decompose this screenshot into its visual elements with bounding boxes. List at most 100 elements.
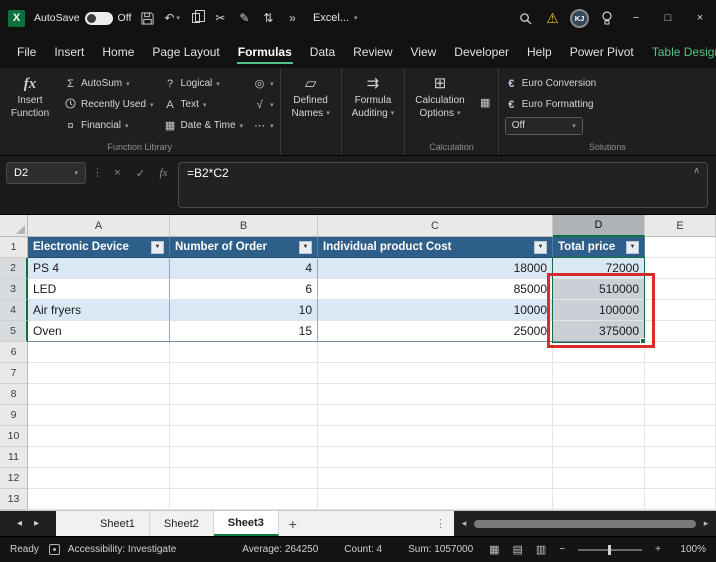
cancel-button[interactable]: × bbox=[109, 162, 126, 184]
cell[interactable] bbox=[28, 363, 170, 384]
cell[interactable] bbox=[645, 447, 716, 468]
autosave-toggle[interactable]: AutoSave Off bbox=[34, 12, 131, 25]
copy-button[interactable] bbox=[189, 7, 204, 29]
macro-record-icon[interactable] bbox=[49, 544, 60, 555]
tab-file[interactable]: File bbox=[8, 37, 45, 67]
row-header-13[interactable]: 13 bbox=[0, 489, 28, 510]
row-header-11[interactable]: 11 bbox=[0, 447, 28, 468]
tab-help[interactable]: Help bbox=[518, 37, 561, 67]
cell-A5[interactable]: Oven bbox=[28, 321, 170, 342]
tab-power-pivot[interactable]: Power Pivot bbox=[561, 37, 643, 67]
logical-button[interactable]: ?Logical▾ bbox=[164, 75, 244, 92]
cell[interactable] bbox=[645, 342, 716, 363]
zoom-in-button[interactable]: + bbox=[655, 544, 661, 555]
cell-C2[interactable]: 18000 bbox=[318, 258, 553, 279]
column-header-C[interactable]: C bbox=[318, 215, 553, 237]
page-break-view-button[interactable]: ▥ bbox=[536, 543, 546, 556]
tab-data[interactable]: Data bbox=[301, 37, 344, 67]
filter-icon[interactable]: ▼ bbox=[626, 241, 639, 254]
row-header-1[interactable]: 1 bbox=[0, 237, 28, 258]
cell[interactable] bbox=[170, 468, 318, 489]
cell[interactable] bbox=[318, 363, 553, 384]
row-header-7[interactable]: 7 bbox=[0, 363, 28, 384]
tab-page-layout[interactable]: Page Layout bbox=[143, 37, 228, 67]
account-avatar[interactable]: KJ bbox=[566, 0, 593, 36]
cell[interactable] bbox=[318, 489, 553, 510]
cell-C5[interactable]: 25000 bbox=[318, 321, 553, 342]
cell[interactable] bbox=[553, 426, 645, 447]
sheet-tab-sheet1[interactable]: Sheet1 bbox=[86, 511, 150, 536]
text-functions-button[interactable]: AText▾ bbox=[164, 96, 244, 113]
column-header-B[interactable]: B bbox=[170, 215, 318, 237]
cell[interactable] bbox=[553, 342, 645, 363]
scroll-right-icon[interactable]: ▸ bbox=[698, 518, 714, 529]
cell-C1[interactable]: Individual product Cost▼ bbox=[318, 237, 553, 258]
cell-E5[interactable] bbox=[645, 321, 716, 342]
cell[interactable] bbox=[170, 363, 318, 384]
tab-home[interactable]: Home bbox=[93, 37, 143, 67]
cell-E4[interactable] bbox=[645, 300, 716, 321]
add-sheet-button[interactable]: + bbox=[279, 511, 307, 536]
cell-D3[interactable]: 510000 bbox=[553, 279, 645, 300]
normal-view-button[interactable]: ▦ bbox=[489, 543, 499, 556]
cell-B2[interactable]: 4 bbox=[170, 258, 318, 279]
sort-button[interactable]: ⇅ bbox=[261, 7, 276, 29]
cut-button[interactable]: ✂ bbox=[213, 7, 228, 29]
cell-B3[interactable]: 6 bbox=[170, 279, 318, 300]
zoom-out-button[interactable]: − bbox=[559, 544, 565, 555]
financial-button[interactable]: ¤Financial▾ bbox=[64, 117, 154, 134]
calculate-sheet-button[interactable]: ▦ bbox=[479, 94, 492, 111]
cell[interactable] bbox=[553, 384, 645, 405]
row-header-8[interactable]: 8 bbox=[0, 384, 28, 405]
cell[interactable] bbox=[318, 405, 553, 426]
cell-B4[interactable]: 10 bbox=[170, 300, 318, 321]
math-trig-button[interactable]: √▾ bbox=[253, 96, 274, 113]
enter-button[interactable]: ✓ bbox=[132, 162, 149, 184]
row-header-6[interactable]: 6 bbox=[0, 342, 28, 363]
cell[interactable] bbox=[170, 489, 318, 510]
sheet-nav-right-button[interactable]: ▸ bbox=[34, 518, 39, 529]
warning-icon[interactable]: ⚠ bbox=[539, 0, 566, 36]
collapse-formula-bar-icon[interactable]: ∧ bbox=[693, 165, 700, 176]
scroll-left-icon[interactable]: ◂ bbox=[456, 518, 472, 529]
row-header-2[interactable]: 2 bbox=[0, 258, 28, 279]
cell[interactable] bbox=[28, 384, 170, 405]
calculation-options-button[interactable]: ⊞ Calculation Options▾ bbox=[411, 72, 468, 122]
cell-A4[interactable]: Air fryers bbox=[28, 300, 170, 321]
tab-insert[interactable]: Insert bbox=[45, 37, 93, 67]
document-title[interactable]: Excel... ▾ bbox=[313, 12, 358, 24]
tab-view[interactable]: View bbox=[402, 37, 446, 67]
save-button[interactable] bbox=[140, 7, 155, 29]
cell[interactable] bbox=[28, 468, 170, 489]
cell-A3[interactable]: LED bbox=[28, 279, 170, 300]
cell[interactable] bbox=[318, 426, 553, 447]
cell[interactable] bbox=[170, 426, 318, 447]
row-header-10[interactable]: 10 bbox=[0, 426, 28, 447]
cell[interactable] bbox=[28, 447, 170, 468]
row-header-3[interactable]: 3 bbox=[0, 279, 28, 300]
accessibility-status[interactable]: Accessibility: Investigate bbox=[68, 544, 176, 555]
cell[interactable] bbox=[553, 363, 645, 384]
cell[interactable] bbox=[318, 384, 553, 405]
name-box[interactable]: D2 ▾ bbox=[6, 162, 86, 184]
euro-conversion-button[interactable]: €Euro Conversion bbox=[505, 75, 596, 92]
filter-icon[interactable]: ▼ bbox=[299, 241, 312, 254]
maximize-button[interactable]: □ bbox=[652, 0, 684, 36]
cell[interactable] bbox=[553, 447, 645, 468]
cell[interactable] bbox=[645, 489, 716, 510]
lightbulb-button[interactable] bbox=[593, 0, 620, 36]
cell[interactable] bbox=[645, 426, 716, 447]
autosum-button[interactable]: ΣAutoSum▾ bbox=[64, 75, 154, 92]
cell[interactable] bbox=[645, 384, 716, 405]
quick-access-overflow-button[interactable]: » bbox=[285, 7, 300, 29]
close-button[interactable]: × bbox=[684, 0, 716, 36]
cell[interactable] bbox=[28, 342, 170, 363]
page-layout-view-button[interactable]: ▤ bbox=[513, 543, 523, 556]
column-header-E[interactable]: E bbox=[645, 215, 716, 237]
tab-formulas[interactable]: Formulas bbox=[229, 37, 301, 67]
cell[interactable] bbox=[318, 447, 553, 468]
minimize-button[interactable]: − bbox=[620, 0, 652, 36]
cell-A1[interactable]: Electronic Device▼ bbox=[28, 237, 170, 258]
zoom-percentage[interactable]: 100% bbox=[678, 544, 706, 555]
zoom-slider[interactable] bbox=[578, 549, 642, 551]
